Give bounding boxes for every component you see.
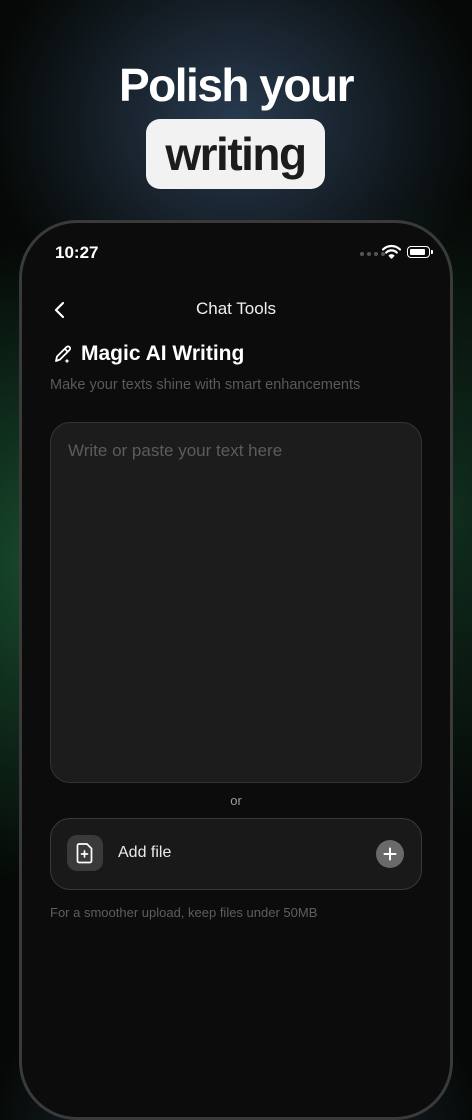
- add-file-button[interactable]: Add file: [50, 818, 422, 890]
- upload-hint: For a smoother upload, keep files under …: [50, 905, 318, 920]
- plus-icon[interactable]: [376, 840, 404, 868]
- text-input[interactable]: [50, 422, 422, 783]
- status-time: 10:27: [55, 243, 99, 262]
- wifi-icon: [382, 244, 401, 259]
- battery-icon: [407, 246, 433, 258]
- phone-screen: 10:27 Chat Tools Magic AI Writing Make y…: [22, 223, 450, 1117]
- file-plus-icon: [67, 835, 103, 871]
- nav-title: Chat Tools: [195, 299, 276, 318]
- or-divider: or: [230, 793, 242, 808]
- tool-subtitle: Make your texts shine with smart enhance…: [50, 377, 361, 393]
- promo-highlight-pill: writing: [146, 119, 325, 189]
- add-file-label: Add file: [118, 844, 172, 861]
- phone-frame: 10:27 Chat Tools Magic AI Writing Make y…: [19, 220, 453, 1120]
- tool-title: Magic AI Writing: [81, 342, 245, 365]
- pen-sparkle-icon: [55, 345, 71, 364]
- promo-headline: Polish your: [119, 59, 354, 111]
